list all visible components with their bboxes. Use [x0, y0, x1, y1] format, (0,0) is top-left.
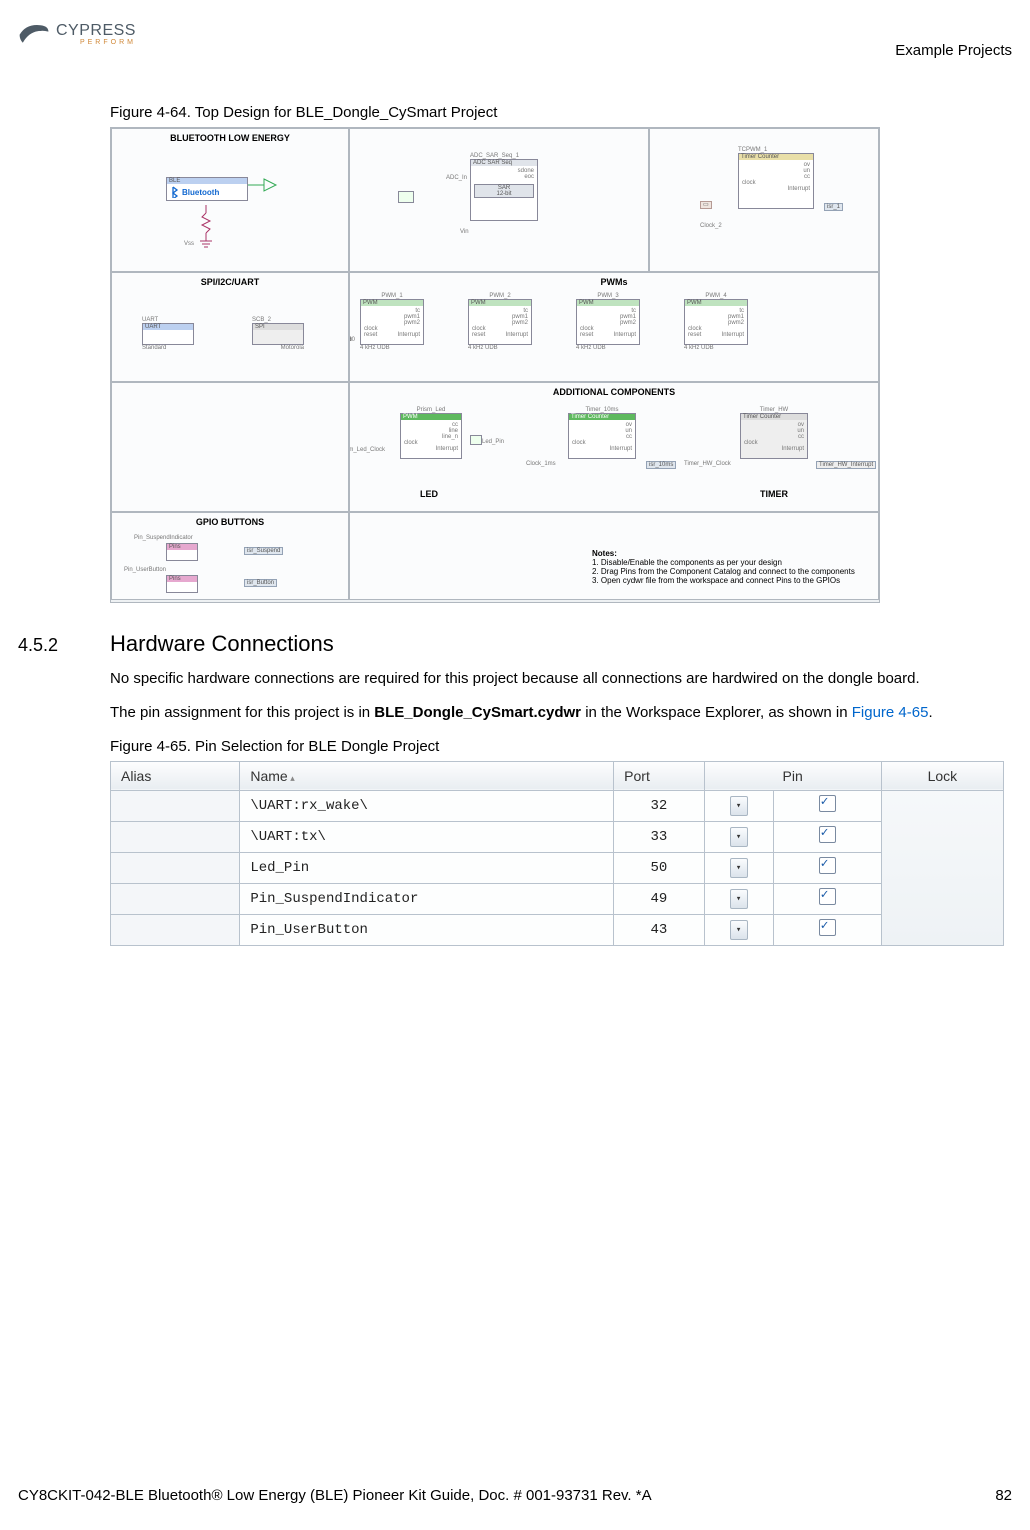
page-footer: CY8CKIT-042-BLE Bluetooth® Low Energy (B…: [18, 1487, 1012, 1504]
chapter-title: Example Projects: [895, 42, 1012, 59]
diagram-ble-title: BLUETOOTH LOW ENERGY: [112, 133, 348, 143]
lock-checkbox[interactable]: [819, 888, 836, 905]
cell-pin: 33: [614, 821, 704, 852]
cell-alias: [111, 883, 240, 914]
cell-lock: [773, 883, 881, 914]
cell-lock: [773, 790, 881, 821]
cell-alias: [111, 914, 240, 945]
pin-dropdown[interactable]: ▾: [730, 796, 748, 816]
logo: CYPRESS PERFORM: [18, 20, 136, 48]
section-heading: 4.5.2 Hardware Connections: [18, 631, 1012, 657]
pin-dropdown[interactable]: ▾: [730, 920, 748, 940]
figure-65-caption: Figure 4-65. Pin Selection for BLE Dongl…: [110, 738, 1012, 755]
pin-dropdown-cell: ▾: [704, 821, 773, 852]
cell-pin: 43: [614, 914, 704, 945]
col-port[interactable]: Port: [614, 761, 704, 790]
lock-checkbox[interactable]: [819, 795, 836, 812]
cypress-swoosh-icon: [18, 20, 50, 48]
ble-chip: BLE Bluetooth: [166, 177, 248, 201]
page-header: CYPRESS PERFORM Example Projects: [18, 20, 1012, 59]
col-alias[interactable]: Alias: [111, 761, 240, 790]
cell-alias: [111, 821, 240, 852]
diagram-spi-title: SPI/I2C/UART: [112, 277, 348, 287]
paragraph-2: The pin assignment for this project is i…: [110, 703, 1012, 723]
figure-65-link[interactable]: Figure 4-65: [852, 704, 929, 721]
table-row: \UART:tx\33 ▾: [111, 821, 1004, 852]
table-row: \UART:rx_wake\32 ▾: [111, 790, 1004, 821]
logo-tagline: PERFORM: [56, 39, 136, 46]
figure-64-caption: Figure 4-64. Top Design for BLE_Dongle_C…: [110, 104, 1012, 121]
lock-checkbox[interactable]: [819, 857, 836, 874]
diagram-pwms-title: PWMs: [350, 277, 878, 287]
cell-pin: 50: [614, 852, 704, 883]
pin-dropdown[interactable]: ▾: [730, 889, 748, 909]
cell-name: \UART:rx_wake\: [240, 790, 614, 821]
section-number: 4.5.2: [18, 635, 110, 656]
antenna-icon: [248, 175, 278, 209]
section-title: Hardware Connections: [110, 631, 334, 657]
pin-dropdown-cell: ▾: [704, 883, 773, 914]
cell-pin: 32: [614, 790, 704, 821]
cell-name: \UART:tx\: [240, 821, 614, 852]
table-row: Led_Pin50 ▾: [111, 852, 1004, 883]
cell-lock: [773, 914, 881, 945]
lock-checkbox[interactable]: [819, 826, 836, 843]
col-lock[interactable]: Lock: [881, 761, 1003, 790]
table-row: Pin_UserButton43 ▾: [111, 914, 1004, 945]
cell-alias: [111, 790, 240, 821]
bluetooth-icon: [170, 186, 180, 198]
diagram-addl-title: ADDITIONAL COMPONENTS: [350, 387, 878, 397]
lock-checkbox[interactable]: [819, 919, 836, 936]
pin-selection-table: Alias Name Port Pin Lock \UART:rx_wake\3…: [110, 761, 1004, 946]
diagram-gpio-title: GPIO BUTTONS: [112, 517, 348, 527]
col-name[interactable]: Name: [240, 761, 614, 790]
pin-dropdown[interactable]: ▾: [730, 827, 748, 847]
cell-lock: [773, 852, 881, 883]
footer-page: 82: [995, 1487, 1012, 1504]
pin-dropdown-cell: ▾: [704, 914, 773, 945]
cell-lock: [773, 821, 881, 852]
pin-dropdown-cell: ▾: [704, 852, 773, 883]
paragraph-1: No specific hardware connections are req…: [110, 669, 1012, 689]
top-design-diagram: BLUETOOTH LOW ENERGY BLE Bluetooth: [110, 127, 880, 603]
col-pin[interactable]: Pin: [704, 761, 881, 790]
cell-pin: 49: [614, 883, 704, 914]
cell-name: Led_Pin: [240, 852, 614, 883]
cell-name: Pin_UserButton: [240, 914, 614, 945]
footer-doc: CY8CKIT-042-BLE Bluetooth® Low Energy (B…: [18, 1487, 652, 1504]
logo-text: CYPRESS: [56, 23, 136, 39]
resistor-ground-icon: [196, 205, 216, 251]
pin-dropdown-cell: ▾: [704, 790, 773, 821]
table-row: Pin_SuspendIndicator49 ▾: [111, 883, 1004, 914]
pin-dropdown[interactable]: ▾: [730, 858, 748, 878]
cell-name: Pin_SuspendIndicator: [240, 883, 614, 914]
cell-alias: [111, 852, 240, 883]
